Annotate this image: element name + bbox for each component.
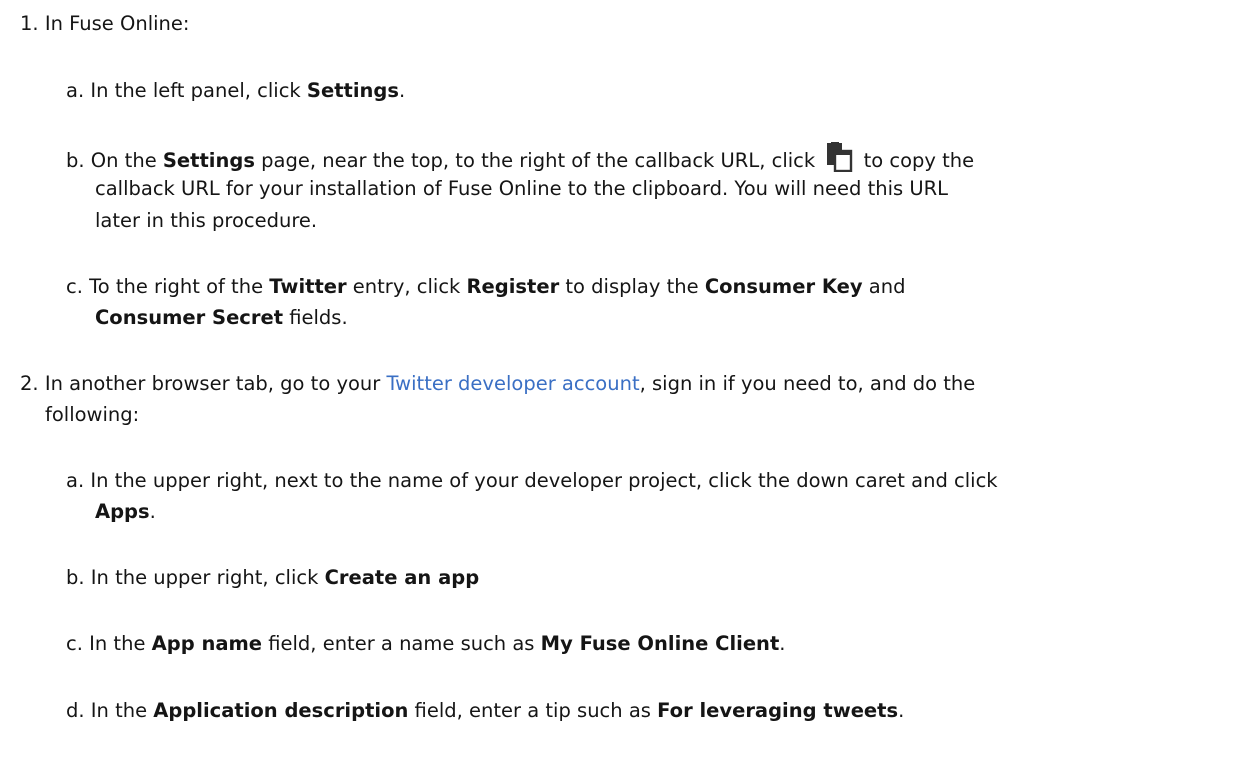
ui-term-register: Register [466, 275, 560, 298]
step-2a-line-2: Apps. [95, 496, 156, 527]
substep-letter: d. [66, 699, 85, 722]
step-1a-line: a. In the left panel, click Settings. [66, 75, 405, 106]
copy-icon [825, 142, 853, 173]
substep-letter: a. [66, 469, 85, 492]
substep-letter: b. [66, 149, 85, 172]
step-number: 2. [20, 372, 39, 395]
substep-text: . [149, 500, 156, 523]
ui-term-settings: Settings [306, 79, 399, 102]
substep-letter: b. [66, 566, 85, 589]
substep-text: to display the [559, 275, 705, 298]
ui-term-app-name: App name [151, 632, 263, 655]
substep-text: fields. [283, 306, 348, 329]
ui-term-application-description: Application description [153, 699, 409, 722]
substep-text: In the upper right, next to the name of … [90, 469, 998, 492]
substep-text: In the [89, 632, 152, 655]
substep-text: field, enter a tip such as [408, 699, 658, 722]
substep-letter: c. [66, 275, 83, 298]
step-1b-line-1: b. On the Settings page, near the top, t… [66, 142, 974, 176]
ui-term-create-an-app: Create an app [324, 566, 480, 589]
ui-term-consumer-secret: Consumer Secret [95, 306, 284, 329]
substep-text: to copy the [857, 149, 975, 172]
ui-term-my-fuse-online-client: My Fuse Online Client [540, 632, 780, 655]
step-1c-line-1: c. To the right of the Twitter entry, cl… [66, 271, 905, 302]
substep-text: . [398, 79, 406, 102]
step-text: In another browser tab, go to your [44, 372, 387, 395]
substep-text: In the upper right, click [90, 566, 325, 589]
step-2c-line: c. In the App name field, enter a name s… [66, 628, 785, 659]
ui-term-settings: Settings [162, 149, 255, 172]
substep-text: entry, click [346, 275, 467, 298]
step-1b-line-3: later in this procedure. [95, 209, 318, 232]
ui-term-apps: Apps [95, 500, 150, 523]
ui-term-twitter: Twitter [269, 275, 347, 298]
step-1-line: 1. In Fuse Online: [20, 8, 189, 39]
substep-text: . [898, 699, 905, 722]
substep-text: and [862, 275, 906, 298]
step-2-line-1: 2. In another browser tab, go to your Tw… [20, 368, 975, 399]
step-2a-line-1: a. In the upper right, next to the name … [66, 465, 998, 496]
step-2-line-2: following: [45, 403, 140, 426]
step-text: In Fuse Online: [44, 12, 190, 35]
ui-term-for-leveraging-tweets: For leveraging tweets [657, 699, 899, 722]
substep-text: page, near the top, to the right of the … [254, 149, 822, 172]
step-1b-line-2: callback URL for your installation of Fu… [95, 177, 949, 200]
substep-text: In the left panel, click [90, 79, 307, 102]
document-page: 1. In Fuse Online: a. In the left panel,… [0, 0, 1244, 776]
substep-text: . [779, 632, 786, 655]
ui-term-consumer-key: Consumer Key [704, 275, 863, 298]
substep-text: field, enter a name such as [262, 632, 541, 655]
step-text: , sign in if you need to, and do the [639, 372, 976, 395]
substep-text: To the right of the [89, 275, 270, 298]
step-2b-line: b. In the upper right, click Create an a… [66, 562, 479, 593]
step-1c-line-2: Consumer Secret fields. [95, 302, 348, 333]
substep-text: In the [90, 699, 154, 722]
substep-text: On the [90, 149, 163, 172]
twitter-developer-account-link[interactable]: Twitter developer account [387, 372, 640, 395]
substep-letter: a. [66, 79, 85, 102]
step-2d-line: d. In the Application description field,… [66, 695, 904, 726]
step-number: 1. [20, 12, 39, 35]
substep-letter: c. [66, 632, 83, 655]
